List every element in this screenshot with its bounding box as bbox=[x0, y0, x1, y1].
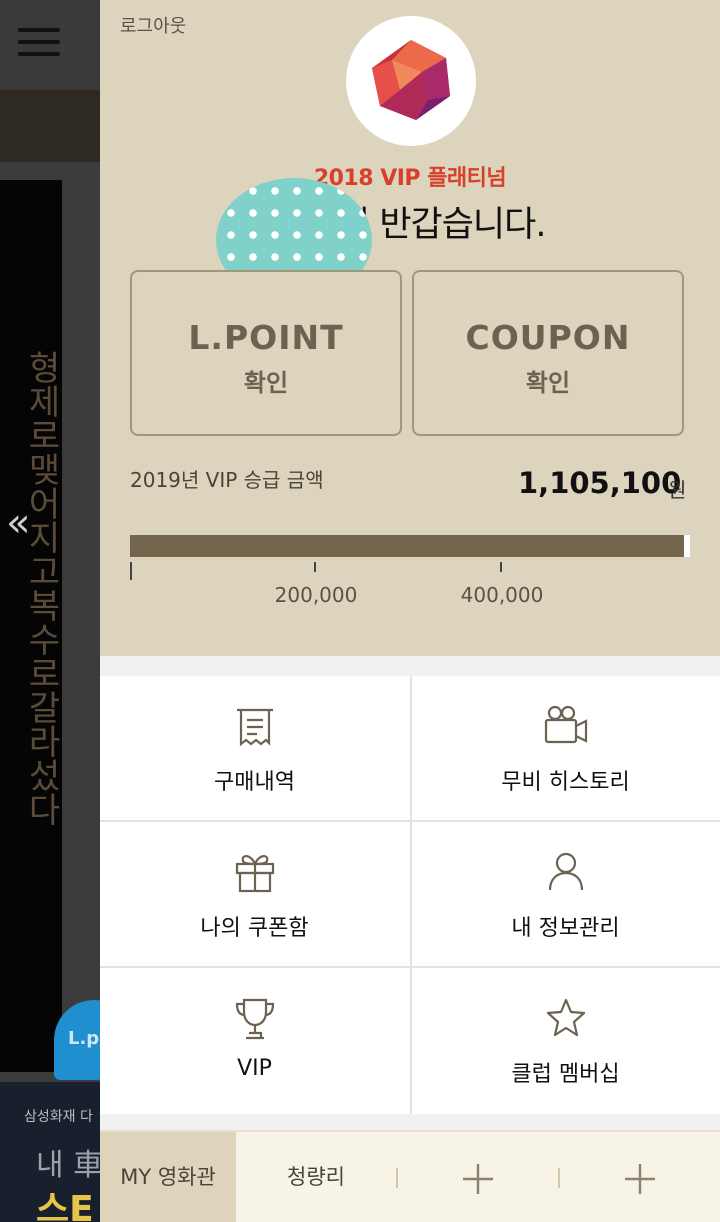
promotion-unit: 원 bbox=[668, 478, 687, 502]
gem-icon bbox=[372, 40, 450, 120]
side-drawer: 로그아웃 2018 VIP 플래티넘 님 반갑습니다. L.POINT 확인 C… bbox=[100, 0, 720, 1222]
tab-cinema-cheongnyangni[interactable]: 청량리 bbox=[236, 1132, 396, 1222]
menu-label: 클럽 멤버십 bbox=[511, 1062, 620, 1087]
progress-tick bbox=[314, 562, 316, 572]
member-panel: 로그아웃 2018 VIP 플래티넘 님 반갑습니다. L.POINT 확인 C… bbox=[100, 0, 720, 656]
cinema-tabs: MY 영화관 청량리 bbox=[100, 1130, 720, 1222]
menu-label: 구매내역 bbox=[214, 770, 295, 795]
lpoint-check-button[interactable]: L.POINT 확인 bbox=[130, 270, 402, 436]
star-icon bbox=[546, 998, 585, 1037]
plus-icon bbox=[463, 1164, 493, 1194]
vip-grade-emblem bbox=[346, 16, 476, 146]
menu-movie-history[interactable]: 무비 히스토리 bbox=[411, 676, 720, 820]
menu-my-coupons[interactable]: 나의 쿠폰함 bbox=[100, 822, 409, 966]
receipt-icon bbox=[236, 708, 273, 747]
promotion-label: 2019년 VIP 승급 금액 bbox=[130, 468, 324, 492]
promotion-progress-fill bbox=[130, 535, 685, 557]
promotion-amount: 1,105,100 bbox=[518, 466, 682, 500]
person-icon bbox=[548, 852, 583, 891]
poster-vertical-text: 형제로맺어지고복수로갈라섰다 bbox=[21, 350, 61, 826]
menu-my-info[interactable]: 내 정보관리 bbox=[411, 822, 720, 966]
coupon-action: 확인 bbox=[525, 369, 571, 397]
hamburger-menu-icon[interactable] bbox=[18, 28, 60, 60]
coupon-title: COUPON bbox=[465, 318, 631, 357]
menu-grid: 구매내역 무비 히스토리 나의 쿠폰함 내 정보관리 VIP 클럽 멤버십 bbox=[100, 676, 720, 1114]
add-cinema-button[interactable] bbox=[560, 1132, 720, 1222]
menu-label: 나의 쿠폰함 bbox=[200, 916, 309, 941]
add-cinema-button[interactable] bbox=[398, 1132, 558, 1222]
movie-camera-icon bbox=[544, 705, 587, 744]
menu-purchase-history[interactable]: 구매내역 bbox=[100, 676, 409, 820]
logout-link[interactable]: 로그아웃 bbox=[120, 12, 186, 38]
menu-vip[interactable]: VIP bbox=[100, 968, 409, 1112]
menu-label: VIP bbox=[237, 1056, 272, 1081]
banner-text-1: 삼성화재 다 bbox=[24, 1109, 93, 1125]
tab-my-cinema[interactable]: MY 영화관 bbox=[100, 1132, 236, 1222]
double-chevron-left-icon[interactable]: « bbox=[6, 500, 30, 546]
promotion-progress-bar bbox=[130, 535, 690, 557]
trophy-icon bbox=[235, 998, 274, 1040]
menu-label: 무비 히스토리 bbox=[501, 770, 630, 795]
coupon-check-button[interactable]: COUPON 확인 bbox=[412, 270, 684, 436]
vip-grade-label: 2018 VIP 플래티넘 bbox=[313, 166, 507, 191]
progress-tick-label: 200,000 bbox=[274, 583, 358, 607]
lpoint-action: 확인 bbox=[243, 369, 289, 397]
menu-club-membership[interactable]: 클럽 멤버십 bbox=[411, 968, 720, 1112]
gift-icon bbox=[235, 855, 274, 893]
banner-text-2: 내 車 bbox=[36, 1148, 104, 1183]
banner-text-3: 스E bbox=[36, 1189, 94, 1222]
progress-tick-label: 400,000 bbox=[460, 583, 544, 607]
menu-label: 내 정보관리 bbox=[511, 916, 620, 941]
progress-tick-start bbox=[130, 562, 132, 580]
plus-icon bbox=[625, 1164, 655, 1194]
lpoint-title: L.POINT bbox=[188, 318, 344, 357]
progress-tick bbox=[500, 562, 502, 572]
